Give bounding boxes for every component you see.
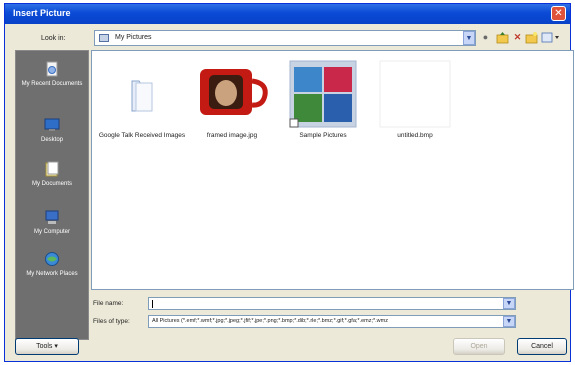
place-desktop[interactable]: Desktop	[16, 117, 88, 144]
file-type-label: Files of type:	[93, 318, 130, 325]
my-computer-icon	[45, 210, 59, 224]
place-my-recent-documents[interactable]: My Recent Documents	[16, 61, 88, 88]
file-type-value: All Pictures (*.emf;*.wmf;*.jpg;*.jpeg;*…	[152, 318, 388, 324]
file-name: untitled.bmp	[397, 132, 433, 139]
chevron-down-icon: ▾	[54, 343, 58, 350]
places-bar: My Recent Documents Desktop My Documents…	[15, 50, 89, 340]
file-name-label: File name:	[93, 300, 124, 307]
file-name: Sample Pictures	[299, 132, 347, 139]
blank-image-thumbnail	[378, 59, 452, 129]
tools-button[interactable]: Tools ▾	[15, 338, 79, 355]
place-label: My Computer	[33, 229, 70, 235]
new-folder-icon[interactable]	[525, 31, 538, 44]
place-my-network-places[interactable]: My Network Places	[16, 251, 88, 278]
folder-icon	[105, 59, 179, 129]
close-button[interactable]: ✕	[551, 6, 566, 21]
place-my-documents[interactable]: My Documents	[16, 161, 88, 188]
place-label: Desktop	[40, 137, 63, 143]
chevron-down-icon[interactable]: ▼	[463, 31, 475, 45]
open-button[interactable]: Open	[453, 338, 505, 355]
text-caret	[152, 300, 153, 308]
recent-documents-icon	[46, 61, 58, 77]
back-arrow-icon[interactable]: ●	[479, 31, 492, 44]
folder-icon	[99, 34, 109, 42]
file-item[interactable]: untitled.bmp	[370, 59, 460, 140]
file-name: Google Talk Received Images	[98, 132, 186, 139]
delete-icon[interactable]: ✕	[511, 31, 524, 44]
file-name: framed image.jpg	[206, 132, 258, 139]
file-item[interactable]: framed image.jpg	[187, 59, 277, 140]
place-my-computer[interactable]: My Computer	[16, 209, 88, 236]
insert-picture-dialog: Insert Picture ✕ Look in: My Pictures ▼ …	[4, 3, 574, 362]
place-label: My Network Places	[26, 271, 78, 277]
look-in-label: Look in:	[41, 35, 66, 42]
folder-thumbnails-icon	[286, 59, 360, 129]
up-folder-icon[interactable]	[496, 31, 509, 44]
chevron-down-icon[interactable]: ▼	[503, 298, 515, 309]
title-bar[interactable]: Insert Picture ✕	[5, 4, 570, 24]
look-in-dropdown[interactable]: My Pictures ▼	[94, 30, 476, 46]
my-documents-icon	[45, 161, 59, 177]
file-type-dropdown[interactable]: All Pictures (*.emf;*.wmf;*.jpg;*.jpeg;*…	[148, 315, 516, 328]
file-list[interactable]: Google Talk Received Images framed image…	[91, 50, 574, 290]
place-label: My Documents	[31, 181, 72, 187]
cancel-button[interactable]: Cancel	[517, 338, 567, 355]
file-name-input[interactable]: ▼	[148, 297, 516, 310]
desktop-icon	[44, 118, 60, 131]
place-label: My Recent Documents	[21, 81, 83, 87]
file-item[interactable]: Sample Pictures	[278, 59, 368, 140]
image-thumbnail	[195, 59, 269, 129]
window-title: Insert Picture	[13, 8, 71, 18]
look-in-value: My Pictures	[115, 34, 152, 41]
network-places-icon	[45, 252, 59, 266]
file-item[interactable]: Google Talk Received Images	[97, 59, 187, 140]
chevron-down-icon[interactable]: ▼	[503, 316, 515, 327]
views-menu-icon[interactable]	[541, 31, 561, 44]
tools-label: Tools	[36, 343, 53, 350]
